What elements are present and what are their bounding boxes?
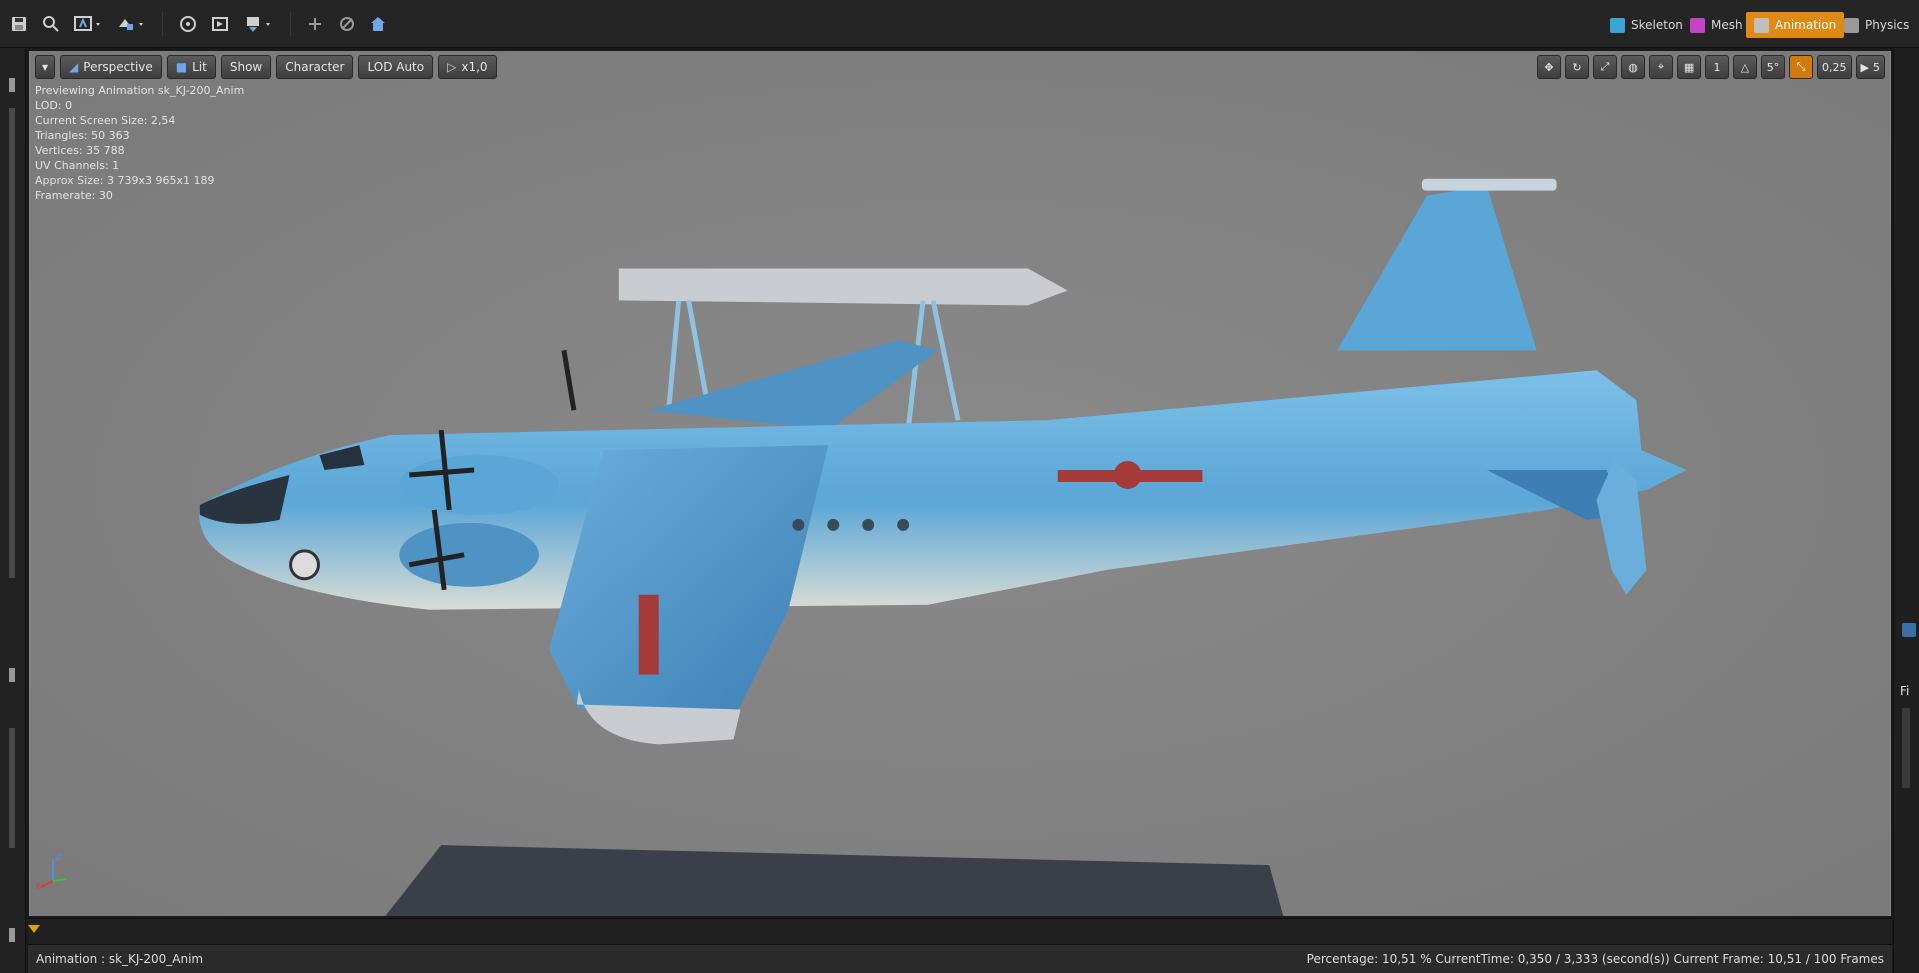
play-icon: ▷ xyxy=(447,60,457,74)
add-icon[interactable] xyxy=(304,10,326,38)
lod-button[interactable]: LOD Auto xyxy=(358,55,434,79)
stats-line: UV Channels: 1 xyxy=(35,159,120,172)
viewport-toolbar: ▾ ◢ Perspective ■ Lit Show Character LOD… xyxy=(35,55,497,79)
character-button[interactable]: Character xyxy=(276,55,354,79)
rotation-snap-value[interactable]: 5° xyxy=(1761,55,1786,79)
toolbar-divider xyxy=(290,12,291,36)
mode-physics[interactable]: Physics xyxy=(1836,12,1917,38)
transform-toolbar: ✥ ↻ ⤢ ◍ ⌖ ▦ 1 △ 5° ⤡ 0,25 ▶ 5 xyxy=(1537,55,1885,79)
save-icon[interactable] xyxy=(8,10,30,38)
timeline-scrubber[interactable] xyxy=(28,918,1892,944)
rotate-icon[interactable]: ↻ xyxy=(1565,55,1590,79)
mode-mesh[interactable]: Mesh xyxy=(1682,12,1751,38)
record-icon[interactable] xyxy=(242,10,276,38)
perspective-label: Perspective xyxy=(83,60,153,74)
preview-mesh-icon[interactable] xyxy=(176,10,200,38)
animation-icon xyxy=(1754,17,1769,33)
world-local-icon[interactable]: ◍ xyxy=(1621,55,1646,79)
grid-snap-icon[interactable]: ▦ xyxy=(1677,55,1702,79)
playback-speed-button[interactable]: ▷ x1,0 xyxy=(438,55,497,79)
animation-tools-icon[interactable] xyxy=(208,10,232,38)
stats-line: Approx Size: 3 739x3 965x1 189 xyxy=(35,174,215,187)
main-toolbar: Skeleton Mesh Animation Physics xyxy=(0,0,1919,48)
dock-tab[interactable] xyxy=(9,78,15,92)
skeleton-icon xyxy=(1610,17,1625,33)
dock-tab[interactable] xyxy=(9,668,15,682)
create-asset-icon[interactable] xyxy=(72,10,106,38)
mode-skeleton-label: Skeleton xyxy=(1631,18,1683,32)
stats-line: Framerate: 30 xyxy=(35,189,113,202)
chevron-down-icon: ▾ xyxy=(42,60,49,74)
character-label: Character xyxy=(285,60,345,74)
lit-icon: ■ xyxy=(175,60,188,74)
playback-speed-label: x1,0 xyxy=(461,60,488,74)
stats-line: LOD: 0 xyxy=(35,99,73,112)
preview-viewport[interactable]: ▾ ◢ Perspective ■ Lit Show Character LOD… xyxy=(28,50,1892,917)
mesh-icon xyxy=(1690,17,1705,33)
dock-tab[interactable] xyxy=(9,728,15,848)
reimport-icon[interactable] xyxy=(115,10,149,38)
scale-icon[interactable]: ⤢ xyxy=(1593,55,1618,79)
translate-icon[interactable]: ✥ xyxy=(1537,55,1562,79)
stats-line: Previewing Animation sk_KJ-200_Anim xyxy=(35,84,245,97)
scrub-handle-icon[interactable] xyxy=(28,925,40,933)
lit-label: Lit xyxy=(192,60,207,74)
mode-animation-label: Animation xyxy=(1775,18,1837,32)
lit-button[interactable]: ■ Lit xyxy=(166,55,216,79)
rotation-snap-icon[interactable]: △ xyxy=(1733,55,1758,79)
stats-line: Current Screen Size: 2,54 xyxy=(35,114,176,127)
playback-details: Percentage: 10,51 % CurrentTime: 0,350 /… xyxy=(1306,952,1884,966)
scale-snap-value[interactable]: 0,25 xyxy=(1817,55,1852,79)
viewport-options-button[interactable]: ▾ xyxy=(35,55,56,79)
stats-line: Triangles: 50 363 xyxy=(35,129,130,142)
mode-animation[interactable]: Animation xyxy=(1746,12,1845,38)
svg-text:Z: Z xyxy=(56,853,62,862)
home-icon[interactable] xyxy=(366,10,390,38)
right-dock-label[interactable]: Fi xyxy=(1900,684,1909,698)
camera-speed-button[interactable]: ▶ 5 xyxy=(1855,55,1885,79)
stats-line: Vertices: 35 788 xyxy=(35,144,125,157)
dock-tab[interactable] xyxy=(1902,623,1916,637)
scale-snap-icon[interactable]: ⤡ xyxy=(1789,55,1814,79)
show-label: Show xyxy=(229,60,263,74)
apply-icon[interactable] xyxy=(336,10,358,38)
animation-name: Animation : sk_KJ-200_Anim xyxy=(36,952,204,966)
surface-snap-icon[interactable]: ⌖ xyxy=(1649,55,1674,79)
grid-snap-value[interactable]: 1 xyxy=(1705,55,1730,79)
camera-speed-value: 5 xyxy=(1873,60,1880,74)
find-in-browser-icon[interactable] xyxy=(40,10,62,38)
scene-render xyxy=(30,51,1890,916)
dock-scrollbar[interactable] xyxy=(1902,708,1910,788)
svg-text:X: X xyxy=(35,882,41,891)
perspective-button[interactable]: ◢ Perspective xyxy=(60,55,162,79)
dock-tab[interactable] xyxy=(9,108,15,578)
mode-physics-label: Physics xyxy=(1865,18,1910,32)
left-dock-strip xyxy=(0,48,26,973)
axis-gizmo-icon: Z X xyxy=(35,853,68,891)
show-button[interactable]: Show xyxy=(220,55,272,79)
lod-label: LOD Auto xyxy=(367,60,425,74)
status-bar: Animation : sk_KJ-200_Anim Percentage: 1… xyxy=(28,944,1892,973)
perspective-icon: ◢ xyxy=(69,60,79,74)
camera-icon: ▶ xyxy=(1860,60,1869,74)
dock-tab[interactable] xyxy=(9,928,15,942)
physics-icon xyxy=(1844,17,1859,33)
mode-skeleton[interactable]: Skeleton xyxy=(1602,12,1691,38)
mode-mesh-label: Mesh xyxy=(1711,18,1743,32)
right-dock-strip: Fi xyxy=(1893,48,1919,973)
viewport-stats: Previewing Animation sk_KJ-200_Anim LOD:… xyxy=(35,83,244,203)
toolbar-divider xyxy=(162,12,163,36)
